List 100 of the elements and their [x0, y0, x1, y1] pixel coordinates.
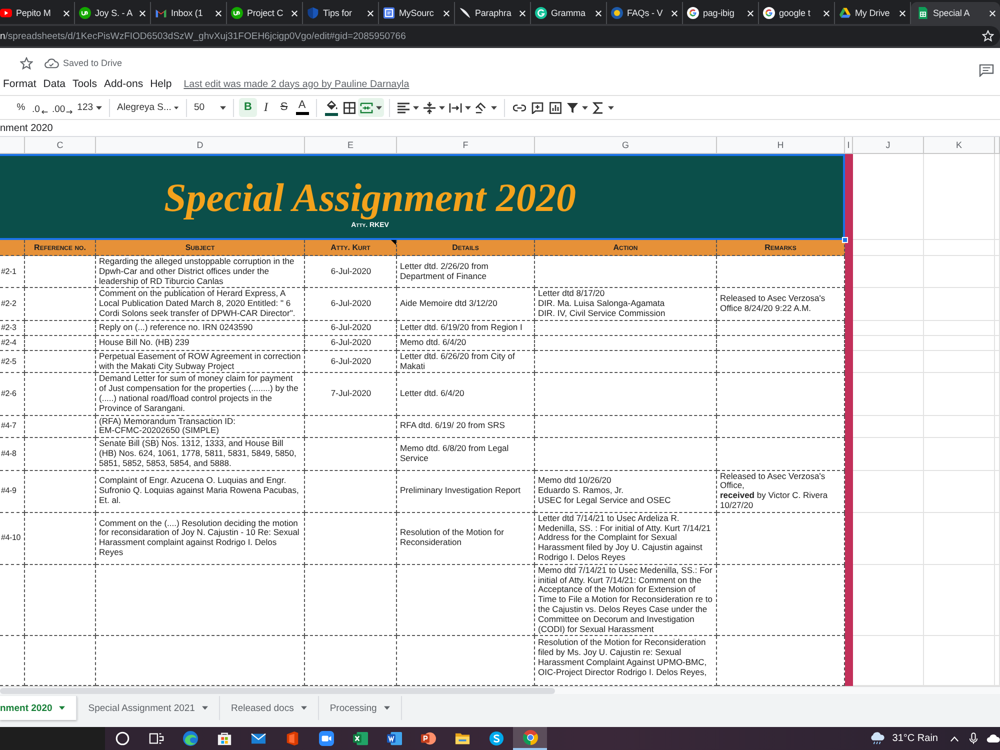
- cloud-rain-icon[interactable]: [869, 732, 886, 745]
- table-cell: Letter dtd 8/17/20 DIR. Ma. Luisa Salonga-Agamata DIR. IV, Civil Service Commission: [535, 288, 717, 321]
- ring-logo-icon: [763, 7, 775, 19]
- round-logo-icon: [488, 731, 504, 746]
- table-cell: [853, 512, 924, 565]
- weather-text[interactable]: 31°C Rain: [892, 733, 938, 744]
- sheet-tab[interactable]: Processing: [318, 696, 402, 720]
- strikethrough-button[interactable]: S: [275, 98, 294, 117]
- table-cell: Letter dtd. 2/26/20 from Department of Finance: [397, 256, 535, 288]
- column-letter[interactable]: I: [845, 137, 853, 154]
- table-cell: House Bill No. (HB) 239: [96, 336, 305, 351]
- text-color-button[interactable]: A: [293, 98, 312, 117]
- table-cell: [853, 336, 924, 351]
- search-field[interactable]: [0, 727, 105, 750]
- close-icon[interactable]: [215, 10, 222, 16]
- document-app-icon: [386, 731, 402, 746]
- column-header: [0, 240, 25, 256]
- shopping-bag-icon: [216, 731, 232, 746]
- column-letter[interactable]: D: [96, 137, 305, 154]
- close-icon[interactable]: [671, 10, 678, 16]
- formula-content: nment 2020: [0, 122, 53, 134]
- table-cell: Aide Memoire dtd 3/12/20: [397, 288, 535, 321]
- menu-item[interactable]: Format: [0, 78, 40, 90]
- table-cell: #2-2: [0, 288, 25, 321]
- last-edit-link[interactable]: Last edit was made 2 days ago by Pauline Darnayla: [184, 78, 410, 90]
- sigma-icon: [592, 102, 606, 114]
- close-icon[interactable]: [63, 10, 70, 16]
- italic-button[interactable]: I: [257, 98, 276, 117]
- percent-button[interactable]: %: [12, 98, 30, 117]
- address-bar[interactable]: n/spreadsheets/d/1KecPisWzFIOD6503dSzW_ghvXuj31FOEH6jcigp0Vgo/edit#gid=2085950766: [0, 26, 1000, 46]
- menu-item[interactable]: Add-ons: [100, 78, 146, 90]
- round-logo-icon: [535, 7, 547, 19]
- font-size-dropdown[interactable]: 50: [192, 98, 228, 117]
- borders-icon: [342, 102, 356, 114]
- table-cell: Comment on the publication of Herard Express, A Local Publication Dated March 8, 2020 Entitled: " 6 Cordi Solons seek transfer of DPWH-CAR Director".: [96, 288, 305, 321]
- fill-color-button[interactable]: [322, 98, 340, 117]
- task-view-icon: [148, 731, 164, 746]
- caret-icon: [384, 706, 390, 710]
- table-cell: Reply on (...) reference no. IRN 0243590: [96, 320, 305, 336]
- close-icon[interactable]: [899, 10, 906, 16]
- menu-item[interactable]: Data: [40, 78, 68, 90]
- table-cell: [25, 470, 96, 513]
- table-cell: #2-1: [0, 256, 25, 288]
- table-cell: #2-5: [0, 350, 25, 374]
- save-status: Saved to Drive: [63, 58, 122, 68]
- envelope-logo-icon: [155, 7, 167, 19]
- table-cell: 6-Jul-2020: [305, 256, 397, 288]
- table-cell: #4-7: [0, 416, 25, 438]
- horizontal-scrollbar[interactable]: [0, 688, 555, 694]
- close-icon[interactable]: [823, 10, 830, 16]
- table-cell: Released to Asec Verzosa's Office 8/24/20 9:22 A.M.: [717, 288, 845, 321]
- filter-icon: [566, 102, 580, 114]
- caret-icon: [202, 706, 208, 710]
- comments-icon[interactable]: [979, 64, 994, 77]
- column-letter[interactable]: J: [853, 137, 924, 154]
- close-icon[interactable]: [747, 10, 754, 16]
- presentation-app-icon: [420, 731, 436, 746]
- caret-icon: [59, 706, 66, 710]
- number-format-button[interactable]: 123: [75, 98, 104, 117]
- column-header: Subject: [96, 240, 305, 256]
- close-icon[interactable]: [367, 10, 374, 16]
- column-letter[interactable]: G: [535, 137, 717, 154]
- increase-decimals-button[interactable]: .00: [50, 98, 76, 117]
- sheet-tab[interactable]: Special Assignment 2021: [77, 696, 220, 720]
- column-letter[interactable]: K: [924, 137, 995, 154]
- close-icon[interactable]: [139, 10, 146, 16]
- menu-item[interactable]: Help: [147, 78, 175, 90]
- close-icon[interactable]: [291, 10, 298, 16]
- close-icon[interactable]: [443, 10, 450, 16]
- column-letter[interactable]: C: [25, 137, 96, 154]
- star-icon[interactable]: [20, 56, 33, 70]
- close-icon[interactable]: [519, 10, 526, 16]
- office-logo-icon: [284, 731, 300, 746]
- column-letter[interactable]: E: [305, 137, 397, 154]
- decrease-decimals-button[interactable]: .0: [30, 98, 50, 117]
- table-cell: #2-3: [0, 320, 25, 336]
- table-cell: Comment on the (....) Resolution deciding the motion for reconsidaration of Joy N. Cajustin - 10 Re: Sexual Harassment complaint against Rodrigo I. Delos Reyes: [96, 512, 305, 565]
- merge-cells-button[interactable]: [358, 98, 384, 117]
- sheet-tab[interactable]: nment 2020: [0, 696, 78, 720]
- chevron-up-icon[interactable]: [950, 736, 959, 742]
- table-cell: #2-4: [0, 336, 25, 351]
- bold-button[interactable]: B: [239, 98, 258, 117]
- microphone-icon[interactable]: [969, 732, 978, 745]
- caret-icon: [300, 706, 307, 710]
- column-letter[interactable]: H: [717, 137, 845, 154]
- font-family-dropdown[interactable]: Alegreya S...: [115, 98, 182, 117]
- bookmark-star-icon[interactable]: [982, 30, 994, 42]
- column-header: Action: [535, 240, 717, 256]
- cloud-icon[interactable]: [986, 734, 1000, 743]
- column-letter[interactable]: F: [397, 137, 535, 154]
- table-cell: #2-6: [0, 373, 25, 416]
- selection-handle-icon[interactable]: [842, 237, 848, 243]
- browser-tab[interactable]: Special A: [911, 2, 1000, 24]
- table-cell: [924, 564, 995, 636]
- sheet-tab[interactable]: Released docs: [220, 696, 319, 720]
- close-icon[interactable]: [989, 10, 996, 16]
- close-icon[interactable]: [595, 10, 602, 16]
- menu-item[interactable]: Tools: [69, 78, 100, 90]
- table-cell: Senate Bill (SB) Nos. 1312, 1333, and House Bill (HB) Nos. 624, 1061, 1778, 5811, 5831, 5849, 5850, 5851, 5852, 5853, 5854, and 5888.: [96, 438, 305, 471]
- table-cell: [0, 564, 25, 636]
